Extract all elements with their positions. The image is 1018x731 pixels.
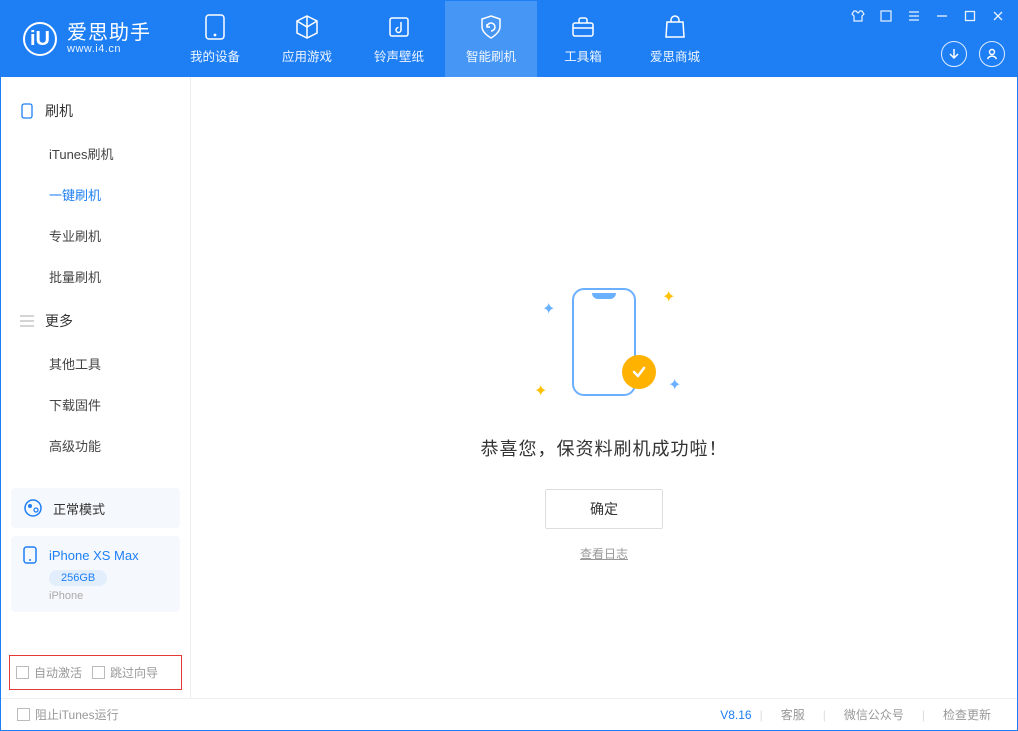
sidebar-item-itunes-flash[interactable]: iTunes刷机 <box>1 133 190 174</box>
sidebar-group-flash: 刷机 iTunes刷机 一键刷机 专业刷机 批量刷机 <box>1 95 190 305</box>
checkbox-skip-guide[interactable]: 跳过向导 <box>92 664 158 681</box>
device-mode-box[interactable]: 正常模式 <box>11 488 180 528</box>
tab-store[interactable]: 爱思商城 <box>629 1 721 77</box>
footer-link-wechat[interactable]: 微信公众号 <box>834 706 914 723</box>
sparkle-icon: ✦ <box>668 375 676 383</box>
device-info-box[interactable]: iPhone XS Max 256GB iPhone <box>11 536 180 612</box>
music-note-icon <box>386 14 412 40</box>
sidebar-group-title: 更多 <box>45 311 73 331</box>
flash-options-highlighted: 自动激活 跳过向导 <box>9 655 182 690</box>
sidebar-group-more: 更多 其他工具 下载固件 高级功能 <box>1 305 190 474</box>
sidebar-group-title: 刷机 <box>45 101 73 121</box>
sparkle-icon: ✦ <box>534 381 542 389</box>
download-button[interactable] <box>941 41 967 67</box>
sidebar-item-batch-flash[interactable]: 批量刷机 <box>1 256 190 297</box>
sidebar-item-download-firmware[interactable]: 下载固件 <box>1 384 190 425</box>
sidebar-item-advanced[interactable]: 高级功能 <box>1 425 190 466</box>
version-label: V8.16 <box>720 708 751 722</box>
main-content: ✦ ✦ ✦ ✦ 恭喜您，保资料刷机成功啦！ 确定 查看日志 <box>191 77 1017 698</box>
toolbox-icon <box>570 14 596 40</box>
logo-icon: iU <box>23 22 57 56</box>
checkbox-icon <box>16 666 29 679</box>
close-button[interactable] <box>989 7 1007 25</box>
footer-link-check-update[interactable]: 检查更新 <box>933 706 1001 723</box>
checkbox-block-itunes[interactable]: 阻止iTunes运行 <box>17 706 119 723</box>
device-type: iPhone <box>49 590 168 602</box>
feedback-icon[interactable] <box>877 7 895 25</box>
success-message: 恭喜您，保资料刷机成功啦！ <box>481 435 728 461</box>
top-tabs: 我的设备 应用游戏 铃声壁纸 智能刷机 工具箱 爱思商城 <box>169 1 721 77</box>
checkbox-icon <box>17 708 30 721</box>
device-mode-label: 正常模式 <box>53 499 105 518</box>
user-account-button[interactable] <box>979 41 1005 67</box>
device-name: iPhone XS Max <box>49 548 139 563</box>
maximize-button[interactable] <box>961 7 979 25</box>
refresh-shield-icon <box>478 14 504 40</box>
check-badge-icon <box>622 355 656 389</box>
minimize-button[interactable] <box>933 7 951 25</box>
checkbox-auto-activate[interactable]: 自动激活 <box>16 664 82 681</box>
tab-apps-games[interactable]: 应用游戏 <box>261 1 353 77</box>
app-url: www.i4.cn <box>67 43 151 55</box>
sidebar-item-pro-flash[interactable]: 专业刷机 <box>1 215 190 256</box>
app-header: iU 爱思助手 www.i4.cn 我的设备 应用游戏 铃声壁纸 智能刷机 工具… <box>1 1 1017 77</box>
device-icon <box>202 14 228 40</box>
cube-icon <box>294 14 320 40</box>
account-controls <box>941 41 1005 67</box>
list-icon <box>19 313 35 329</box>
menu-icon[interactable] <box>905 7 923 25</box>
ok-button[interactable]: 确定 <box>545 489 663 529</box>
window-controls <box>849 7 1007 25</box>
phone-icon <box>19 103 35 119</box>
tab-toolbox[interactable]: 工具箱 <box>537 1 629 77</box>
app-logo: iU 爱思助手 www.i4.cn <box>1 22 169 56</box>
device-phone-icon <box>23 546 41 564</box>
shopping-bag-icon <box>662 14 688 40</box>
tab-smart-flash[interactable]: 智能刷机 <box>445 1 537 77</box>
device-capacity: 256GB <box>49 570 107 586</box>
sparkle-icon: ✦ <box>662 287 670 295</box>
success-illustration: ✦ ✦ ✦ ✦ <box>524 277 684 407</box>
tab-ringtones-wallpapers[interactable]: 铃声壁纸 <box>353 1 445 77</box>
tab-my-device[interactable]: 我的设备 <box>169 1 261 77</box>
checkbox-icon <box>92 666 105 679</box>
sidebar-item-oneclick-flash[interactable]: 一键刷机 <box>1 174 190 215</box>
skin-icon[interactable] <box>849 7 867 25</box>
view-log-link[interactable]: 查看日志 <box>580 545 628 562</box>
sidebar-item-other-tools[interactable]: 其他工具 <box>1 343 190 384</box>
sidebar: 刷机 iTunes刷机 一键刷机 专业刷机 批量刷机 更多 其他工具 下载固件 … <box>1 77 191 698</box>
app-name: 爱思助手 <box>67 23 151 43</box>
footer-link-support[interactable]: 客服 <box>771 706 815 723</box>
status-bar: 阻止iTunes运行 V8.16 | 客服 | 微信公众号 | 检查更新 <box>1 698 1017 730</box>
sparkle-icon: ✦ <box>542 299 550 307</box>
mode-icon <box>23 498 43 518</box>
